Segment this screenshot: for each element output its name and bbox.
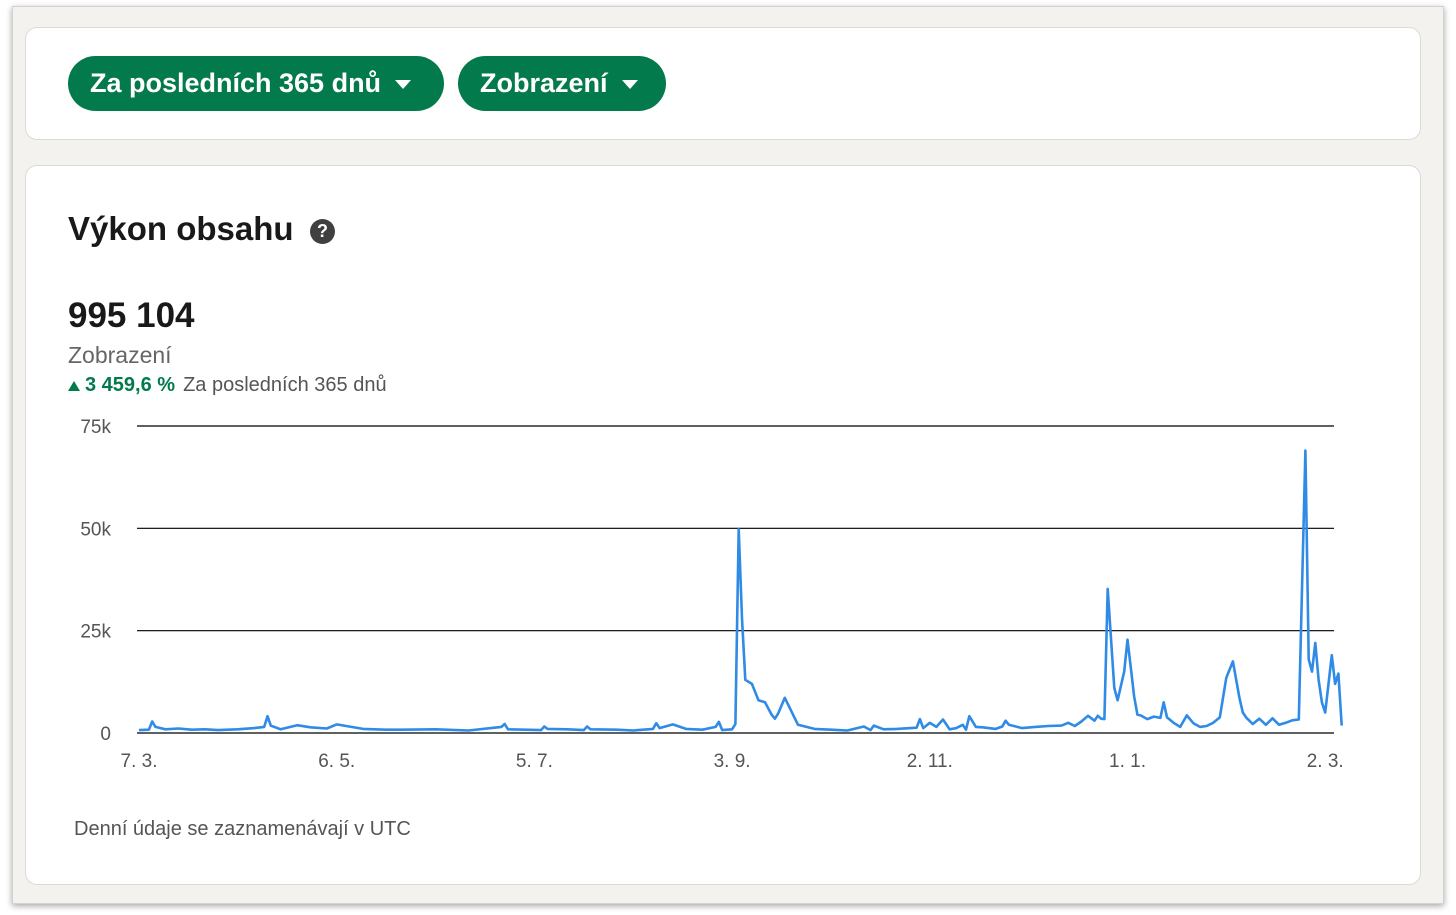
filter-bar: Za posledních 365 dnů Zobrazení (25, 27, 1421, 140)
x-tick-label: 2. 3. (1307, 751, 1344, 772)
y-axis-ticks: 0 25k 50k 75k (80, 417, 111, 745)
x-tick-label: 2. 11. (907, 751, 953, 772)
metric-filter-label: Zobrazení (480, 68, 608, 98)
utc-footnote: Denní údaje se zaznamenávají v UTC (74, 818, 411, 840)
x-axis-ticks: 7. 3. 6. 5. 5. 7. 3. 9. 2. 11. 1. 1. 2. 3. (121, 751, 1344, 772)
content-performance-card: Výkon obsahu ? 995 104 Zobrazení 3 459,6… (25, 165, 1421, 885)
series-line (138, 449, 1343, 732)
line-chart: 0 25k 50k 75k 7. 3. 6. 5. 5. 7. 3. 9. 2. 11. 1. … (80, 417, 1344, 772)
caret-down-icon (621, 80, 638, 89)
x-tick-label: 7. 3. (121, 751, 158, 772)
metric-filter-button[interactable]: Zobrazení (458, 56, 666, 111)
window-frame: Za posledních 365 dnů Zobrazení Výkon ob… (12, 6, 1444, 904)
period-filter-button[interactable]: Za posledních 365 dnů (68, 56, 444, 111)
y-tick-label: 50k (80, 519, 111, 540)
x-tick-label: 6. 5. (318, 751, 355, 772)
period-filter-label: Za posledních 365 dnů (90, 68, 382, 98)
x-tick-label: 3. 9. (714, 751, 751, 772)
y-tick-label: 25k (80, 622, 111, 643)
y-tick-label: 0 (100, 724, 111, 745)
caret-down-icon (395, 80, 412, 89)
y-tick-label: 75k (80, 417, 111, 438)
x-tick-label: 1. 1. (1109, 751, 1146, 772)
series-layer (138, 449, 1343, 732)
x-tick-label: 5. 7. (516, 751, 553, 772)
